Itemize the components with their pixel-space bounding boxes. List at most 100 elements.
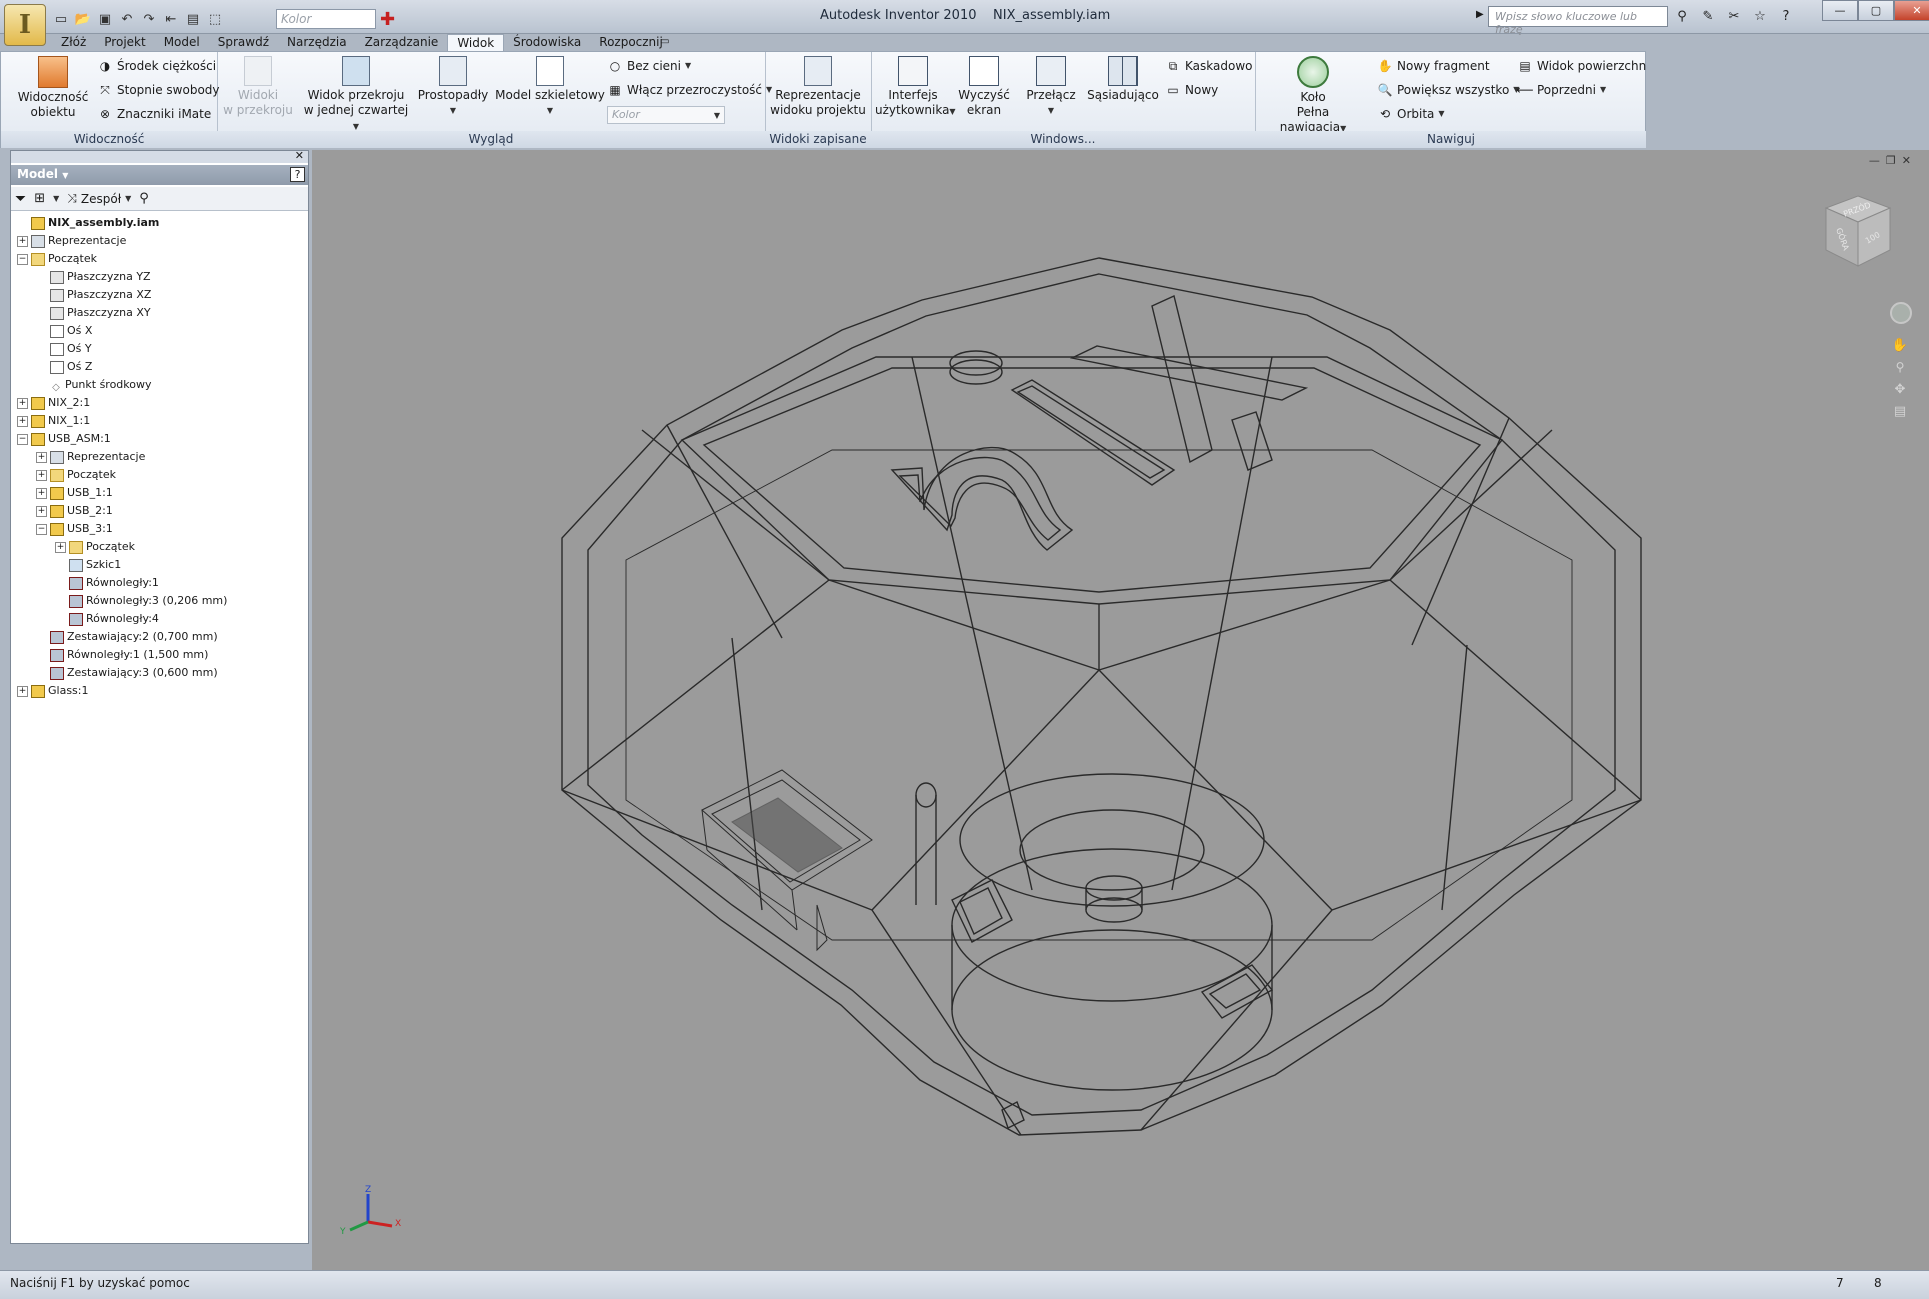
tree-node[interactable]: Zestawiający:3 (0,600 mm) xyxy=(36,664,218,682)
tree-node[interactable]: + Reprezentacje xyxy=(36,448,145,466)
browser-help-icon[interactable]: ? xyxy=(290,167,305,182)
tree-node[interactable]: + NIX_1:1 xyxy=(17,412,90,430)
design-view-representation-button[interactable]: Reprezentacje widoku projektu xyxy=(769,54,867,118)
tree-node[interactable]: + Początek xyxy=(55,538,135,556)
previous-view-button[interactable]: ⟵ Poprzedni ▼ xyxy=(1516,80,1606,100)
look-at-button[interactable]: ▤ Widok powierzchni xyxy=(1517,56,1649,76)
tree-node[interactable]: + Glass:1 xyxy=(17,682,89,700)
select-icon[interactable]: ⬚ xyxy=(206,10,224,28)
application-menu-button[interactable]: I xyxy=(4,4,46,46)
object-visibility-button[interactable]: Widoczność obiektu xyxy=(11,54,95,120)
transparency-button[interactable]: ▦ Włącz przezroczystość ▼ xyxy=(607,80,772,100)
hierarchy-icon[interactable]: ⊞ xyxy=(34,191,45,206)
close-button[interactable]: ✕ xyxy=(1894,0,1929,21)
tab-narzedzia[interactable]: Narzędzia xyxy=(278,34,356,51)
tools-icon[interactable]: ✎ xyxy=(1698,6,1718,26)
help-search-input[interactable]: Wpisz słowo kluczowe lub frazę xyxy=(1488,6,1668,36)
browser-header[interactable]: Model ▼ xyxy=(11,165,308,185)
expand-icon[interactable]: + xyxy=(17,235,28,247)
section-views-button[interactable]: Widoki w przekroju xyxy=(221,54,295,118)
tab-sprawdz[interactable]: Sprawdź xyxy=(209,34,278,51)
tree-node[interactable]: Równoległy:1 xyxy=(55,574,159,592)
expand-icon[interactable]: + xyxy=(55,541,66,553)
color-style-dropdown[interactable]: Kolor ▼ xyxy=(607,106,725,124)
tree-node[interactable]: − Początek xyxy=(17,250,97,268)
orthographic-button[interactable]: Prostopadły ▼ xyxy=(415,54,491,118)
expand-icon[interactable]: + xyxy=(17,685,28,697)
wireframe-button[interactable]: Model szkieletowy ▼ xyxy=(495,54,605,118)
tree-node[interactable]: NIX_assembly.iam xyxy=(17,214,159,232)
save-icon[interactable]: ▣ xyxy=(96,10,114,28)
orbit-button[interactable]: ⟲ Orbita ▼ xyxy=(1377,104,1445,124)
tree-node[interactable]: Płaszczyzna YZ xyxy=(36,268,151,286)
maximize-button[interactable]: ▢ xyxy=(1858,0,1894,21)
full-navigation-wheel-button[interactable]: Koło Pełna nawigacja▼ xyxy=(1263,54,1363,136)
switch-window-button[interactable]: Przełącz ▼ xyxy=(1021,54,1081,118)
tree-node[interactable]: Równoległy:3 (0,206 mm) xyxy=(55,592,227,610)
tree-node[interactable]: Szkic1 xyxy=(55,556,121,574)
color-override-combo[interactable]: Kolor xyxy=(276,9,376,29)
tab-model[interactable]: Model xyxy=(155,34,209,51)
tree-node[interactable]: + USB_2:1 xyxy=(36,502,113,520)
user-interface-button[interactable]: Interfejs użytkownika▼ xyxy=(875,54,956,119)
browser-grip[interactable] xyxy=(11,151,308,163)
collapse-icon[interactable]: − xyxy=(36,523,47,535)
expand-icon[interactable]: + xyxy=(36,451,47,463)
search-expand-icon[interactable]: ▶ xyxy=(1476,9,1484,20)
tab-zloz[interactable]: Złóż xyxy=(52,34,95,51)
imate-glyphs-button[interactable]: ⊗ Znaczniki iMate xyxy=(97,104,211,124)
tree-node[interactable]: ◇ Punkt środkowy xyxy=(36,376,151,394)
tree-node[interactable]: + Reprezentacje xyxy=(17,232,126,250)
new-icon[interactable]: ▭ xyxy=(52,10,70,28)
no-shadows-button[interactable]: ○ Bez cieni ▼ xyxy=(607,56,691,76)
tree-node[interactable]: − USB_ASM:1 xyxy=(17,430,111,448)
graphics-viewport[interactable]: — ❐ ✕ PRZÓD GÓRA 100 ✋ ⚲ ✥ ▤ Z X Y xyxy=(312,150,1929,1270)
add-icon[interactable]: ✚ xyxy=(380,9,402,30)
collapse-icon[interactable]: − xyxy=(17,433,28,445)
collapse-icon[interactable]: − xyxy=(17,253,28,265)
project-icon[interactable]: ▤ xyxy=(184,10,202,28)
open-icon[interactable]: 📂 xyxy=(74,10,92,28)
tree-node[interactable]: Oś X xyxy=(36,322,92,340)
find-binoculars-icon[interactable]: ⚲ xyxy=(139,191,149,206)
expand-icon[interactable]: + xyxy=(36,487,47,499)
tab-zarzadzanie[interactable]: Zarządzanie xyxy=(356,34,448,51)
binoculars-icon[interactable]: ⚲ xyxy=(1672,6,1692,26)
expand-icon[interactable]: + xyxy=(36,505,47,517)
tab-widok[interactable]: Widok xyxy=(447,34,505,52)
favorites-star-icon[interactable]: ☆ xyxy=(1750,6,1770,26)
return-icon[interactable]: ⇤ xyxy=(162,10,180,28)
help-icon[interactable]: ? xyxy=(1776,6,1796,26)
tree-node[interactable]: Oś Z xyxy=(36,358,92,376)
tree-node[interactable]: Równoległy:1 (1,500 mm) xyxy=(36,646,208,664)
tab-srodowiska[interactable]: Środowiska xyxy=(504,34,590,51)
assembly-view-selector[interactable]: ⤨ Zespół ▼ xyxy=(67,191,131,206)
tree-node[interactable]: Równoległy:4 xyxy=(55,610,159,628)
center-of-gravity-button[interactable]: ◑ Środek ciężkości xyxy=(97,56,216,76)
expand-icon[interactable]: + xyxy=(36,469,47,481)
ribbon-minimize-icon[interactable]: ▭ xyxy=(660,36,669,47)
tree-node[interactable]: + USB_1:1 xyxy=(36,484,113,502)
expand-icon[interactable]: + xyxy=(17,397,28,409)
pan-button[interactable]: ✋ Nowy fragment xyxy=(1377,56,1490,76)
degrees-of-freedom-button[interactable]: ⤧ Stopnie swobody xyxy=(97,80,219,100)
tree-node[interactable]: − USB_3:1 xyxy=(36,520,113,538)
minimize-button[interactable]: — xyxy=(1822,0,1858,21)
redo-icon[interactable]: ↷ xyxy=(140,10,158,28)
tree-node[interactable]: Płaszczyzna XY xyxy=(36,304,151,322)
new-window-button[interactable]: ▭ Nowy xyxy=(1165,80,1218,100)
tab-projekt[interactable]: Projekt xyxy=(95,34,154,51)
tree-node[interactable]: + Początek xyxy=(36,466,116,484)
browser-close-icon[interactable]: ✕ xyxy=(295,149,304,162)
cascade-windows-button[interactable]: ⧉ Kaskadowo xyxy=(1165,56,1253,76)
undo-icon[interactable]: ↶ xyxy=(118,10,136,28)
expand-icon[interactable]: + xyxy=(17,415,28,427)
tree-node[interactable]: Zestawiający:2 (0,700 mm) xyxy=(36,628,218,646)
zoom-all-button[interactable]: 🔍 Powiększ wszystko ▼ xyxy=(1377,80,1520,100)
tree-node[interactable]: + NIX_2:1 xyxy=(17,394,90,412)
clean-screen-button[interactable]: Wyczyść ekran xyxy=(953,54,1015,118)
quarter-section-view-button[interactable]: Widok przekroju w jednej czwartej ▼ xyxy=(301,54,411,134)
tile-windows-button[interactable]: Sąsiadująco xyxy=(1085,54,1161,103)
tree-node[interactable]: Płaszczyzna XZ xyxy=(36,286,151,304)
tree-node[interactable]: Oś Y xyxy=(36,340,92,358)
